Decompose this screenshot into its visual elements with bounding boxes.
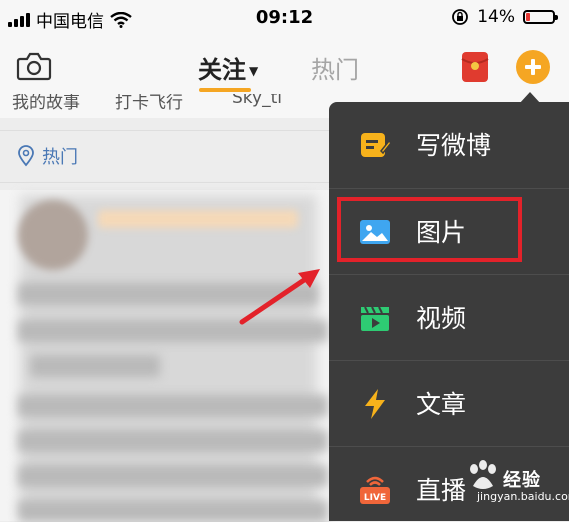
battery-percent: 14% xyxy=(477,7,515,27)
menu-item-label: 直播 xyxy=(416,476,467,505)
paw-logo-icon xyxy=(470,460,496,489)
camera-icon[interactable] xyxy=(16,50,52,82)
lightning-icon xyxy=(365,389,385,419)
top-nav-bar: 关注 ▼ 热门 xyxy=(0,38,569,94)
watermark: 经验 jingyan.baidu.com xyxy=(465,458,569,506)
active-tab-indicator xyxy=(199,88,251,92)
tab-hot[interactable]: 热门 xyxy=(311,50,359,85)
highlight-box xyxy=(337,197,522,262)
blurred-username xyxy=(98,210,298,228)
live-icon: LIVE xyxy=(360,476,390,504)
annotation-arrow xyxy=(239,269,320,325)
hot-label: 热门 xyxy=(42,147,78,168)
status-bar: 中国电信 09:12 14% xyxy=(0,0,569,38)
menu-item-video[interactable]: 视频 xyxy=(329,275,569,361)
menu-item-label: 写微博 xyxy=(416,131,492,160)
battery-fill xyxy=(526,13,530,21)
svg-text:LIVE: LIVE xyxy=(364,493,386,503)
tab-follow[interactable]: 关注 ▼ xyxy=(198,50,258,85)
group-item[interactable]: Sky_ti xyxy=(232,94,282,108)
hot-topics-link[interactable]: 热门 xyxy=(16,143,78,169)
blurred-text-line xyxy=(18,395,328,417)
menu-item-article[interactable]: 文章 xyxy=(329,361,569,447)
status-right: 14% xyxy=(451,7,558,27)
menu-item-label: 文章 xyxy=(416,390,467,419)
blurred-text-line xyxy=(18,500,328,522)
compose-icon xyxy=(361,133,391,157)
tab-follow-label: 关注 xyxy=(198,56,246,84)
menu-item-label: 视频 xyxy=(416,304,467,333)
add-post-button[interactable] xyxy=(516,50,550,84)
group-item[interactable]: 打卡飞行 xyxy=(115,94,183,113)
battery-icon xyxy=(523,10,558,24)
menu-item-compose[interactable]: 写微博 xyxy=(329,102,569,188)
watermark-site: jingyan.baidu.com xyxy=(477,490,569,503)
group-item[interactable]: 我的故事 xyxy=(12,94,80,113)
blurred-text-line xyxy=(30,355,160,377)
video-icon xyxy=(361,306,389,331)
blurred-text-line xyxy=(18,465,328,487)
red-packet-icon[interactable] xyxy=(461,51,489,83)
rotation-lock-icon xyxy=(452,9,469,25)
location-pin-icon xyxy=(18,145,34,167)
blurred-text-line xyxy=(18,430,328,452)
watermark-brand: 经验 xyxy=(503,470,541,491)
chevron-down-icon: ▼ xyxy=(249,64,259,78)
avatar xyxy=(18,200,88,270)
